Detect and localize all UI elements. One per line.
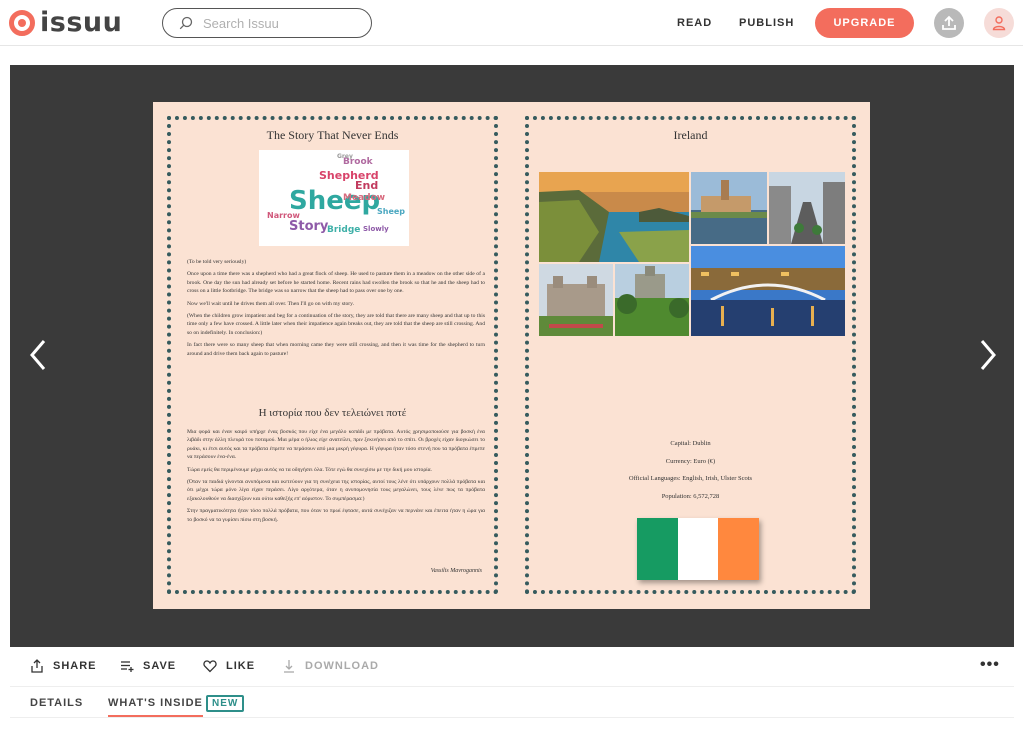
download-label: DOWNLOAD [305, 660, 379, 672]
cathedral-photo [691, 172, 767, 244]
dublin-bridge-night-photo [691, 246, 845, 336]
ireland-facts: Capital: Dublin Currency: Euro (€) Offic… [529, 440, 852, 510]
ruins-photo [615, 264, 689, 336]
wordcloud-word: Grey [337, 153, 353, 160]
fact-population: Population: 6,572,728 [661, 492, 720, 500]
page-spread[interactable]: The Story That Never Ends Sheep Shepherd… [153, 102, 870, 609]
story-paragraph: Once upon a time there was a shepherd wh… [187, 271, 485, 295]
share-button[interactable]: SHARE [30, 659, 97, 673]
english-story-text: (To be told very seriously) Once upon a … [187, 258, 485, 362]
search-box[interactable] [162, 8, 372, 38]
document-action-bar: SHARE SAVE LIKE DOWNLOAD ••• [10, 647, 1014, 687]
castle-photo [539, 264, 613, 336]
document-reader: The Story That Never Ends Sheep Shepherd… [10, 65, 1014, 647]
save-button[interactable]: SAVE [120, 659, 176, 673]
heart-icon [203, 660, 217, 673]
story-paragraph: (To be told very seriously) [187, 259, 247, 265]
nav-publish-link[interactable]: PUBLISH [739, 17, 794, 29]
wordcloud-word: Bridge [327, 225, 361, 235]
story-paragraph: (Όταν τα παιδιά γίνονται ανυπόμονα και ι… [187, 479, 485, 502]
fact-capital: Capital: Dublin [670, 440, 711, 447]
story-paragraph: Τώρα εμείς θα περιμένουμε μέχρι αυτός να… [187, 466, 432, 473]
like-label: LIKE [226, 660, 256, 672]
user-icon [992, 16, 1006, 31]
issuu-logo[interactable]: issuu [9, 9, 122, 37]
flag-white-stripe [677, 518, 719, 580]
logo-text: issuu [40, 7, 123, 38]
story-paragraph: In fact there were so many sheep that wh… [187, 342, 485, 357]
like-button[interactable]: LIKE [203, 659, 255, 673]
nav-read-link[interactable]: READ [677, 17, 712, 29]
profile-button[interactable] [984, 8, 1014, 38]
new-badge: NEW [206, 695, 245, 712]
wordcloud-word: Meadow [343, 193, 386, 203]
ireland-flag [637, 518, 760, 580]
document-tabs: DETAILS WHAT'S INSIDE NEW [10, 688, 1014, 729]
tab-details[interactable]: DETAILS [30, 697, 83, 709]
previous-page-arrow-icon[interactable] [24, 335, 54, 375]
story-paragraph: Στην πραγματικότητα ήταν τόσο πολλά πρόβ… [187, 508, 485, 523]
right-page: Ireland Capital: Dublin Currency: Euro (… [525, 116, 856, 594]
more-options-icon[interactable]: ••• [980, 657, 1000, 673]
search-input[interactable] [203, 15, 363, 31]
left-page-title: The Story That Never Ends [266, 128, 399, 142]
tab-whats-inside[interactable]: WHAT'S INSIDE [108, 697, 203, 717]
wordcloud-word: Narrow [267, 211, 300, 220]
right-page-title: Ireland [673, 128, 708, 142]
author-signature: Vassilis Mavrogannis [430, 568, 482, 574]
flag-orange-stripe [718, 518, 760, 580]
share-icon [31, 659, 43, 673]
greek-story-text: Μια φορά και έναν καιρό υπήρχε ένας βοσκ… [187, 428, 485, 528]
wordcloud-word: End [355, 179, 379, 192]
story-paragraph: (When the children grow impatient and be… [187, 313, 485, 336]
save-label: SAVE [143, 660, 177, 672]
download-button[interactable]: DOWNLOAD [282, 659, 379, 673]
wordcloud-word: Sheep [377, 207, 406, 216]
save-list-icon [121, 661, 134, 672]
left-page: The Story That Never Ends Sheep Shepherd… [167, 116, 498, 594]
next-page-arrow-icon[interactable] [972, 335, 1002, 375]
upgrade-button[interactable]: UPGRADE [815, 8, 914, 38]
greek-story-title: Η ιστορία που δεν τελειώνει ποτέ [258, 407, 407, 419]
wordcloud-word: Story [289, 219, 329, 234]
share-label: SHARE [53, 660, 97, 672]
top-header: issuu READ PUBLISH UPGRADE [0, 0, 1023, 46]
fact-currency: Currency: Euro (€) [665, 457, 716, 465]
upload-button[interactable] [934, 8, 964, 38]
search-icon [179, 16, 193, 30]
download-icon [284, 660, 294, 673]
issuu-logo-icon [9, 10, 35, 36]
fact-languages: Official Languages: English, Irish, Ulst… [628, 475, 753, 482]
story-paragraph: Now we'll wait until he drives them all … [187, 300, 355, 307]
cliffs-photo [539, 172, 689, 262]
upload-icon [942, 15, 956, 30]
wordcloud-word: Slowly [363, 225, 389, 233]
flag-green-stripe [637, 518, 678, 580]
story-paragraph: Μια φορά και έναν καιρό υπήρχε ένας βοσκ… [187, 429, 485, 461]
city-street-photo [769, 172, 845, 244]
sheep-wordcloud-image: Sheep Shepherd Story End Meadow Bridge B… [259, 150, 409, 246]
tabs-divider [10, 717, 1014, 718]
